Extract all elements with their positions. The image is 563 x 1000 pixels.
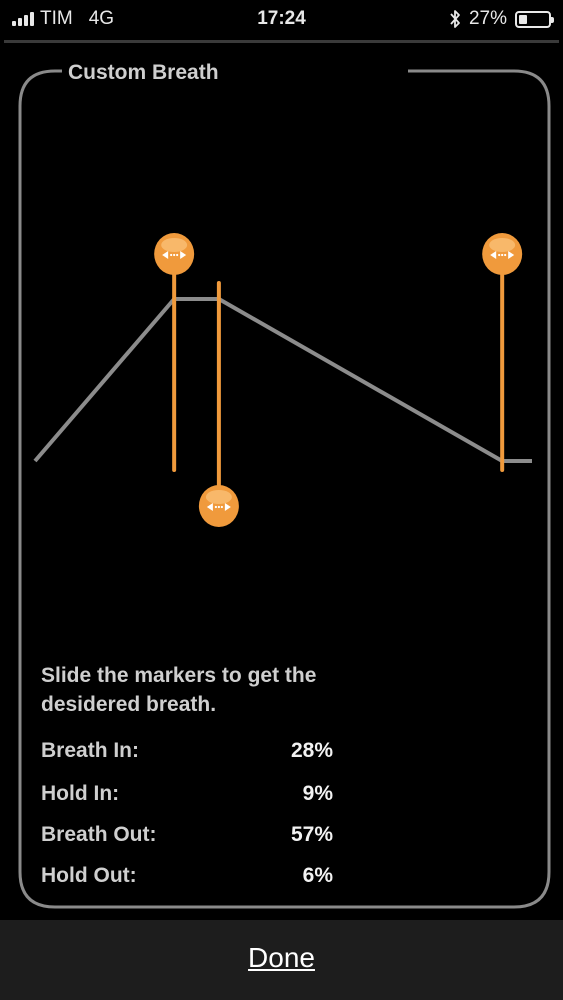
markers [154,233,523,527]
instructions-text: Slide the markers to get the desidered b… [41,664,317,716]
stat-row-breath-out: Breath Out: 57% [41,823,341,853]
breath-curve [33,297,532,463]
stat-value: 9% [302,782,333,805]
breath-chart [33,233,532,527]
marker-handle[interactable] [154,233,195,275]
bottom-bar: Done [0,920,563,1000]
stat-label: Hold In: [41,782,120,805]
marker-hold-in[interactable] [198,281,239,527]
stat-row-breath-in: Breath In: 28% [41,739,341,769]
stat-label: Hold Out: [41,864,137,887]
stat-row-hold-out: Hold Out: 6% [41,864,341,894]
stat-value: 57% [290,823,333,846]
marker-handle[interactable] [482,233,523,275]
marker-highlight [161,238,188,252]
stat-value: 28% [290,739,333,762]
marker-handle[interactable] [198,485,239,527]
stat-row-hold-in: Hold In: 9% [41,782,341,812]
screen: TIM 4G 17:24 27% Custom Breath Slide the… [0,0,563,1000]
done-button[interactable]: Done [0,942,563,974]
stat-label: Breath In: [41,739,140,762]
marker-breath-in[interactable] [154,233,195,472]
marker-breath-out[interactable] [482,233,523,472]
stat-value: 6% [302,864,333,887]
marker-highlight [205,490,232,504]
marker-highlight [489,238,516,252]
stat-label: Breath Out: [41,823,157,846]
